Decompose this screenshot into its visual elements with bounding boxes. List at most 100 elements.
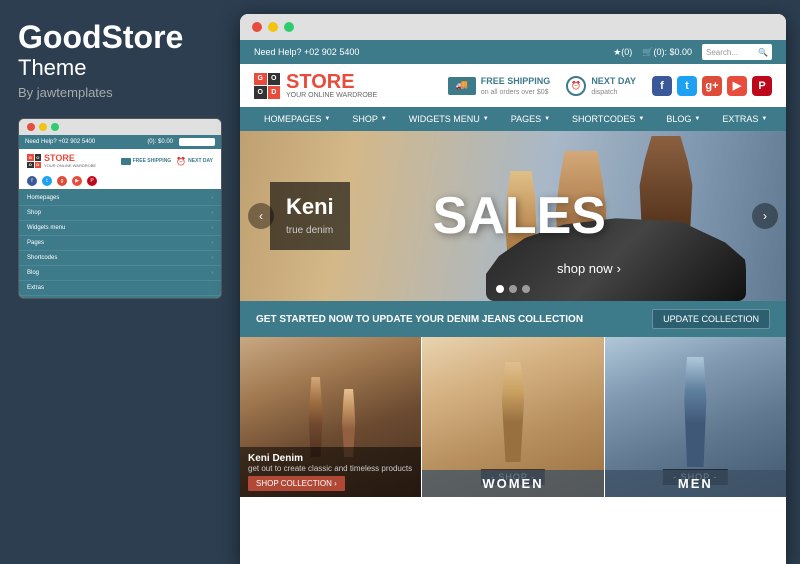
mini-arrow: › [211,255,213,261]
hero-name: Keni [286,194,334,220]
cart-text[interactable]: 🛒(0): $0.00 [642,47,692,58]
search-placeholder: Search... [706,48,738,57]
twitter-icon[interactable]: t [677,76,697,96]
hero-dots [496,285,530,293]
product-grid: Keni Denim get out to create classic and… [240,337,786,497]
figure-male [302,377,330,457]
nav-arrow: ▼ [544,116,550,122]
product-card-keni[interactable]: Keni Denim get out to create classic and… [240,337,421,497]
logo-cell-o1: O [268,73,281,86]
mini-arrow: › [211,270,213,276]
nav-extras[interactable]: EXTRAS▼ [712,107,777,131]
gender-label-women: WOMEN [422,470,603,497]
mini-nav-pages[interactable]: Pages› [19,236,221,251]
nav-arrow: ▼ [483,116,489,122]
wishlist-text[interactable]: ★(0) [613,47,632,58]
hero-dot-2[interactable] [509,285,517,293]
mini-wardrobe-text: YOUR ONLINE WARDROBE [44,163,96,168]
logo-store-text: STORE [286,72,377,92]
nextday-sub: dispatch [591,89,617,96]
mini-nav-shop[interactable]: Shop› [19,206,221,221]
search-icon[interactable]: 🔍 [758,48,768,57]
product-card-men[interactable]: - SHOP - MEN [605,337,786,497]
product-card-women[interactable]: - SHOP - WOMEN [422,337,603,497]
nav-blog[interactable]: BLOG▼ [656,107,710,131]
mini-preview: Need Help? +02 902 5400 (0): $0.00 G O O… [18,118,222,299]
banner-text: GET STARTED NOW TO UPDATE YOUR DENIM JEA… [256,314,583,325]
update-collection-button[interactable]: UPDATE COLLECTION [652,309,770,329]
mini-logo-d: D [35,162,42,169]
mini-logo-o1: O [35,154,42,161]
mini-cart-text: (0): $0.00 [147,139,173,145]
store-shipping-area: 🚚 FREE SHIPPING on all orders over $0$ ⏰… [448,76,772,96]
store-nav: HOMEPAGES▼ SHOP▼ WIDGETS MENU▼ PAGES▼ SH… [240,107,786,131]
youtube-icon[interactable]: ▶ [727,76,747,96]
hero-text-overlay: Keni true denim [270,182,350,250]
shipping-item-free: 🚚 FREE SHIPPING on all orders over $0$ [448,76,551,96]
hero-next-button[interactable]: › [752,203,778,229]
nav-widgets[interactable]: WIDGETS MENU▼ [399,107,499,131]
facebook-icon[interactable]: f [652,76,672,96]
hero-sub: true denim [286,225,333,236]
mini-logo-g: G [27,154,34,161]
mini-social-row: f t g ▶ P [19,173,221,189]
mini-arrow: › [211,225,213,231]
browser-dot-green [284,22,294,32]
store-icons-right: ★(0) 🛒(0): $0.00 Search... 🔍 [613,44,772,60]
mini-arrow: › [211,195,213,201]
mini-nav-widgets[interactable]: Widgets menu› [19,221,221,236]
mini-fb-icon: f [27,176,37,186]
mini-dot-yellow [39,123,47,131]
mini-nav-homepages[interactable]: Homepages› [19,191,221,206]
nav-pages[interactable]: PAGES▼ [501,107,560,131]
nav-shop[interactable]: SHOP▼ [342,107,396,131]
social-icons-row: f t g+ ▶ P [652,76,772,96]
hero-prev-button[interactable]: ‹ [248,203,274,229]
figure-couple [302,377,360,457]
shop-collection-button[interactable]: SHOP COLLECTION › [248,476,345,491]
mini-topbar: Need Help? +02 902 5400 (0): $0.00 [19,135,221,149]
help-text: Need Help? +02 902 5400 [254,47,359,57]
mini-nav-blog[interactable]: Blog› [19,266,221,281]
hero-sales-text: SALES [433,186,606,246]
gender-label-men: MEN [605,470,786,497]
logo-tagline: YOUR ONLINE WARDROBE [286,92,377,99]
nav-shortcodes[interactable]: SHORTCODES▼ [562,107,654,131]
truck-icon: 🚚 [448,77,476,95]
nav-arrow: ▼ [324,116,330,122]
search-box[interactable]: Search... 🔍 [702,44,772,60]
logo-grid: G O O D [254,73,280,99]
hero-slider: Keni true denim SALES shop now › ‹ › [240,131,786,301]
mini-dot-red [27,123,35,131]
shipping-item-next: ⏰ NEXT DAY dispatch [566,76,636,96]
pinterest-icon[interactable]: P [752,76,772,96]
mini-logo-o2: O [27,162,34,169]
nav-homepages[interactable]: HOMEPAGES▼ [254,107,340,131]
mini-yt-icon: ▶ [72,176,82,186]
googleplus-icon[interactable]: g+ [702,76,722,96]
brand-subtitle: Theme [18,55,222,81]
mini-arrow: › [211,240,213,246]
logo-cell-g: G [254,73,267,86]
hero-dot-1[interactable] [496,285,504,293]
logo-text-area: STORE YOUR ONLINE WARDROBE [286,72,377,99]
mini-ship-item-2: ⏰ NEXT DAY [176,157,213,166]
mini-help-text: Need Help? +02 902 5400 [25,139,95,145]
mini-arrow: › [211,210,213,216]
product-label-keni: Keni Denim get out to create classic and… [240,447,421,497]
mini-pi-icon: P [87,176,97,186]
browser-titlebar [240,14,786,40]
clock-icon: ⏰ [566,76,586,96]
mini-nav-extras[interactable]: Extras [19,281,221,296]
mini-truck-icon [121,158,131,165]
store-logo-area: G O O D STORE YOUR ONLINE WARDROBE 🚚 FRE… [240,64,786,107]
hero-shop-now[interactable]: shop now › [557,261,621,276]
mini-nav-shortcodes[interactable]: Shortcodes› [19,251,221,266]
figure-woman [488,362,538,462]
mini-nav: Homepages› Shop› Widgets menu› Pages› Sh… [19,189,221,298]
mini-store-label: STORE YOUR ONLINE WARDROBE [44,154,96,168]
mini-cart-area: (0): $0.00 [147,138,215,146]
left-panel: GoodStore Theme By jawtemplates Need Hel… [0,0,240,550]
browser-dot-yellow [268,22,278,32]
hero-dot-3[interactable] [522,285,530,293]
